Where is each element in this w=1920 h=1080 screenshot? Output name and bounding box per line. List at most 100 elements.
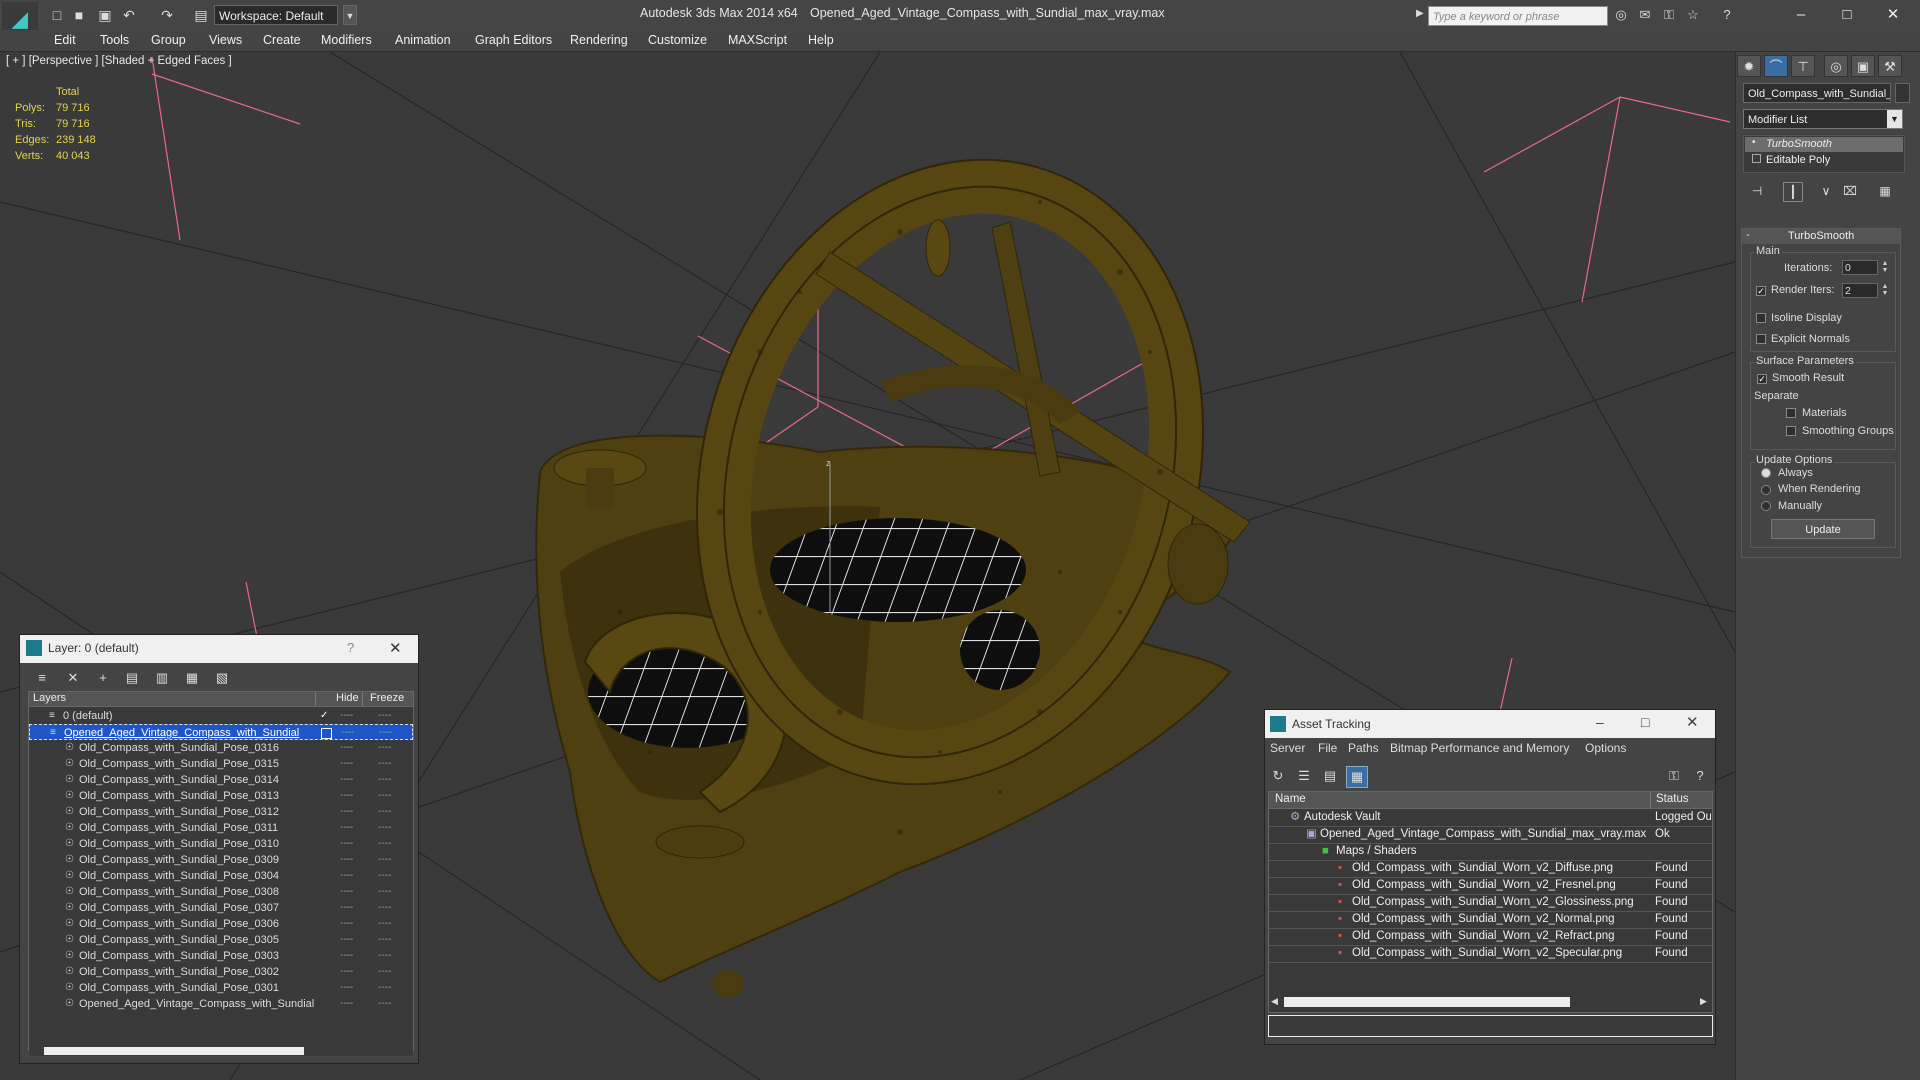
- smoothing-groups-checkbox[interactable]: [1786, 426, 1796, 436]
- menu-customize[interactable]: Customize: [648, 33, 707, 47]
- col-name[interactable]: Name: [1275, 793, 1306, 805]
- project-folder-icon[interactable]: ▤: [192, 6, 210, 24]
- key-icon[interactable]: ⚿: [1660, 7, 1678, 23]
- layer-row[interactable]: ☉ Opened_Aged_Vintage_Compass_with_Sundia…: [29, 996, 413, 1012]
- layer-row[interactable]: ☉ Old_Compass_with_Sundial_Pose_0306 ---- -…: [29, 916, 413, 932]
- display-tab-icon[interactable]: ▣: [1851, 55, 1875, 77]
- viewport-label-menu[interactable]: [ + ] [Perspective ] [Shaded + Edged Fac…: [6, 55, 232, 67]
- pin-stack-icon[interactable]: ⊣: [1748, 182, 1766, 200]
- asset-row[interactable]: ■ Maps / Shaders: [1269, 843, 1712, 861]
- refresh-icon[interactable]: ↻: [1268, 766, 1288, 786]
- freeze-toggle[interactable]: ----: [378, 948, 391, 964]
- create-layer-icon[interactable]: ≡: [32, 668, 52, 688]
- freeze-toggle[interactable]: ----: [378, 868, 391, 884]
- asset-menu-file[interactable]: File: [1318, 741, 1337, 755]
- update-button[interactable]: Update: [1771, 519, 1875, 539]
- layer-row[interactable]: ☉ Old_Compass_with_Sundial_Pose_0312 ---- -…: [29, 804, 413, 820]
- always-radio[interactable]: [1761, 468, 1771, 478]
- menu-modifiers[interactable]: Modifiers: [321, 33, 372, 47]
- minimize-icon[interactable]: –: [1786, 4, 1816, 26]
- collapse-icon[interactable]: -: [1746, 229, 1750, 241]
- col-hide[interactable]: Hide: [336, 692, 359, 704]
- make-unique-icon[interactable]: ∨: [1817, 182, 1835, 200]
- col-layers[interactable]: Layers: [33, 692, 66, 704]
- freeze-toggle[interactable]: ----: [379, 725, 392, 741]
- hierarchy-tab-icon[interactable]: ⊤: [1791, 55, 1815, 77]
- menu-edit[interactable]: Edit: [54, 33, 76, 47]
- delete-layer-icon[interactable]: ✕: [63, 668, 83, 688]
- menu-group[interactable]: Group: [151, 33, 186, 47]
- freeze-toggle[interactable]: ----: [378, 820, 391, 836]
- col-freeze[interactable]: Freeze: [370, 692, 404, 704]
- freeze-toggle[interactable]: ----: [378, 852, 391, 868]
- scroll-left-icon[interactable]: ◀: [1271, 996, 1278, 1007]
- asset-minimize-icon[interactable]: –: [1596, 714, 1604, 730]
- remove-modifier-icon[interactable]: ⌧: [1841, 182, 1859, 200]
- smooth-result-checkbox[interactable]: ✓: [1757, 374, 1767, 384]
- iterations-input[interactable]: 0: [1842, 260, 1878, 275]
- freeze-toggle[interactable]: ----: [378, 740, 391, 756]
- open-file-icon[interactable]: ■: [70, 6, 88, 24]
- table-view-icon[interactable]: ▦: [1346, 766, 1368, 788]
- explicit-normals-checkbox[interactable]: [1756, 334, 1766, 344]
- search-expand-icon[interactable]: ▶: [1416, 8, 1424, 19]
- freeze-toggle[interactable]: ----: [378, 900, 391, 916]
- layer-row[interactable]: ☉ Old_Compass_with_Sundial_Pose_0313 ---- -…: [29, 788, 413, 804]
- hide-toggle[interactable]: ----: [340, 900, 353, 916]
- layer-row[interactable]: ☉ Old_Compass_with_Sundial_Pose_0311 ---- -…: [29, 820, 413, 836]
- freeze-toggle[interactable]: ----: [378, 772, 391, 788]
- freeze-toggle[interactable]: ----: [378, 804, 391, 820]
- workspace-arrow-icon[interactable]: ▼: [343, 5, 357, 25]
- asset-close-icon[interactable]: ✕: [1686, 713, 1699, 731]
- layer-hscroll-thumb[interactable]: [44, 1047, 304, 1055]
- configure-sets-icon[interactable]: ▦: [1876, 182, 1894, 200]
- hide-toggle[interactable]: ----: [340, 932, 353, 948]
- layer-row[interactable]: ☉ Old_Compass_with_Sundial_Pose_0305 ---- -…: [29, 932, 413, 948]
- freeze-toggle[interactable]: ----: [378, 964, 391, 980]
- help-icon[interactable]: ?: [1718, 7, 1736, 23]
- asset-row[interactable]: ▪ Old_Compass_with_Sundial_Worn_v2_Specul…: [1269, 945, 1712, 963]
- workspace-dropdown[interactable]: Workspace: Default: [214, 5, 338, 25]
- hide-toggle[interactable]: ----: [341, 725, 354, 741]
- render-iters-spinner-icon[interactable]: ▲ ▼: [1880, 283, 1890, 298]
- hide-toggle[interactable]: ----: [340, 884, 353, 900]
- isoline-checkbox[interactable]: [1756, 313, 1766, 323]
- layer-help-icon[interactable]: ?: [347, 640, 354, 655]
- modifier-list-arrow-icon[interactable]: ▼: [1887, 110, 1902, 128]
- set-current-box-icon[interactable]: [321, 728, 332, 739]
- save-file-icon[interactable]: ▣: [96, 6, 114, 24]
- materials-checkbox[interactable]: [1786, 408, 1796, 418]
- asset-maximize-icon[interactable]: □: [1641, 714, 1649, 730]
- new-file-icon[interactable]: □: [48, 6, 66, 24]
- modifier-list-dropdown[interactable]: Modifier List: [1743, 109, 1903, 129]
- hide-toggle[interactable]: ----: [340, 868, 353, 884]
- asset-menu-server[interactable]: Server: [1270, 741, 1305, 755]
- freeze-toggle[interactable]: ----: [378, 980, 391, 996]
- asset-row[interactable]: ▪ Old_Compass_with_Sundial_Worn_v2_Fresne…: [1269, 877, 1712, 895]
- object-color-swatch[interactable]: [1895, 83, 1910, 103]
- list-view-icon[interactable]: ☰: [1294, 766, 1314, 786]
- vault-login-icon[interactable]: ⚿: [1664, 766, 1684, 786]
- hide-toggle[interactable]: ----: [340, 820, 353, 836]
- hide-all-layers-icon[interactable]: ▧: [212, 668, 232, 688]
- render-iters-checkbox[interactable]: ✓: [1756, 286, 1766, 296]
- stack-item-editable-poly[interactable]: Editable Poly: [1766, 154, 1830, 166]
- hide-toggle[interactable]: ----: [340, 948, 353, 964]
- compass-3d-model[interactable]: [535, 99, 1275, 998]
- maximize-icon[interactable]: □: [1832, 4, 1862, 26]
- select-layer-icon[interactable]: ▥: [152, 668, 172, 688]
- asset-row[interactable]: ▪ Old_Compass_with_Sundial_Worn_v2_Refrac…: [1269, 928, 1712, 946]
- asset-menu-bitmap[interactable]: Bitmap Performance and Memory: [1390, 741, 1569, 755]
- light-bulb-icon[interactable]: •: [1752, 137, 1756, 148]
- hide-toggle[interactable]: ----: [340, 788, 353, 804]
- asset-menu-options[interactable]: Options: [1585, 741, 1626, 755]
- asset-path-field[interactable]: [1268, 1015, 1713, 1037]
- scroll-right-icon[interactable]: ▶: [1700, 996, 1707, 1007]
- vault-help-icon[interactable]: ?: [1690, 766, 1710, 786]
- stack-item-turbosmooth[interactable]: TurboSmooth: [1766, 138, 1832, 150]
- menu-create[interactable]: Create: [263, 33, 301, 47]
- communication-icon[interactable]: ✉: [1636, 7, 1654, 23]
- motion-tab-icon[interactable]: ◎: [1824, 55, 1848, 77]
- create-tab-icon[interactable]: ✹: [1737, 55, 1761, 77]
- layer-row[interactable]: ☉ Old_Compass_with_Sundial_Pose_0314 ---- -…: [29, 772, 413, 788]
